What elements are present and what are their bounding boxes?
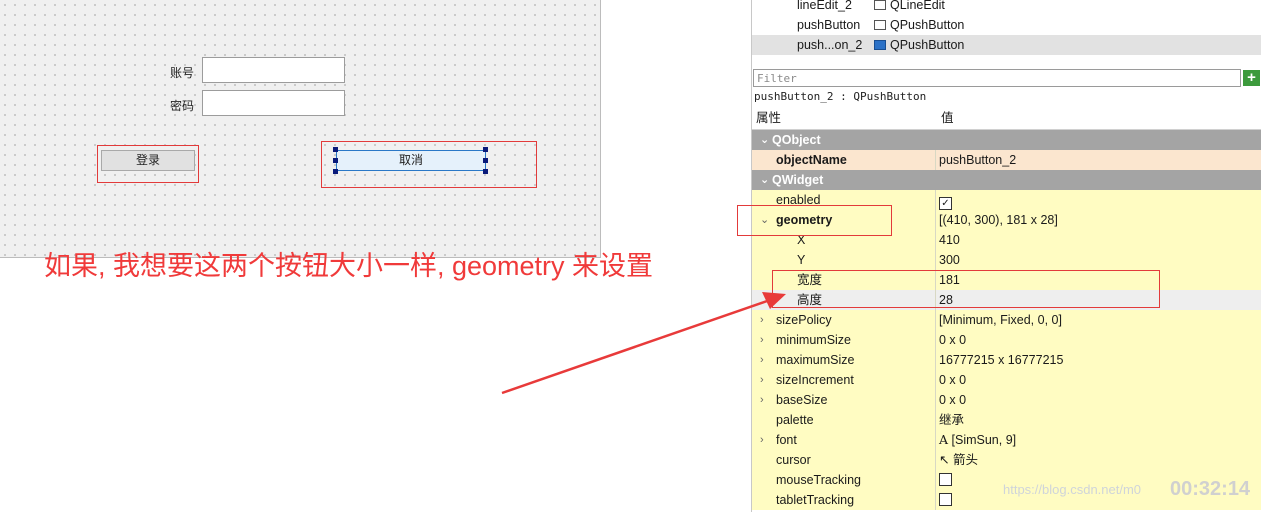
- video-timestamp: 00:32:14: [1170, 478, 1251, 500]
- annotation-arrow: [501, 292, 786, 395]
- watermark: https://blog.csdn.net/m0: [1003, 482, 1142, 497]
